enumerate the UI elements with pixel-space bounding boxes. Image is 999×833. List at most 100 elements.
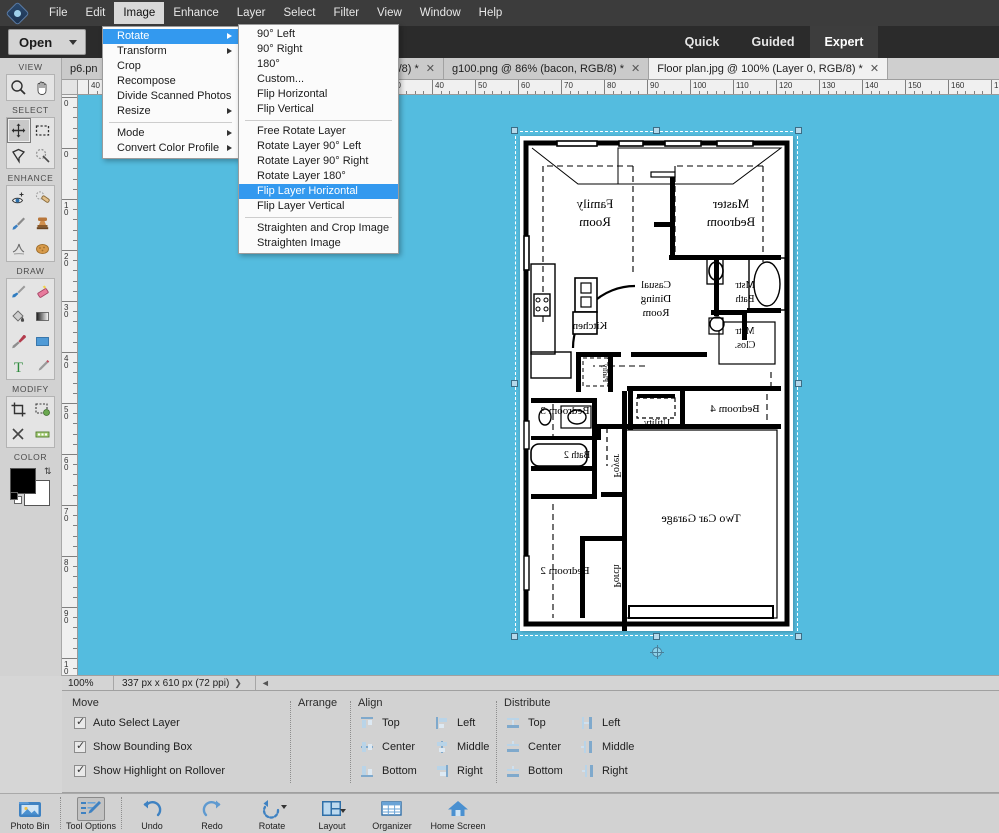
menu-image[interactable]: Image: [114, 2, 165, 24]
vertical-ruler[interactable]: 0 0 10 20 30 40 50 60 70 80 90 100: [62, 95, 78, 675]
taskbar-tool-options[interactable]: Tool Options: [61, 794, 121, 833]
menu-filter[interactable]: Filter: [324, 2, 368, 24]
selection-handle-middle-right[interactable]: [795, 379, 802, 387]
submenu-item-rotate-layer-180[interactable]: Rotate Layer 180°: [239, 169, 398, 184]
blur-tool[interactable]: [7, 236, 31, 261]
chevron-down-icon[interactable]: [340, 809, 346, 813]
hand-tool[interactable]: [31, 75, 55, 100]
document-canvas[interactable]: Master Bedroom Family Room Mstr Bath Cas…: [511, 127, 802, 659]
pencil-tool[interactable]: [31, 354, 55, 379]
submenu-item-straighten-and-crop-image[interactable]: Straighten and Crop Image: [239, 221, 398, 236]
close-icon[interactable]: ✕: [631, 62, 640, 75]
menu-select[interactable]: Select: [275, 2, 325, 24]
recompose-tool[interactable]: [7, 422, 31, 447]
spot-healing-brush-tool[interactable]: [31, 186, 55, 211]
submenu-item-rotate-layer-90-left[interactable]: Rotate Layer 90° Left: [239, 139, 398, 154]
close-icon[interactable]: ✕: [426, 62, 435, 75]
swap-colors-icon[interactable]: ⇅: [44, 466, 52, 477]
open-button[interactable]: Open: [8, 29, 86, 55]
taskbar-undo[interactable]: Undo: [122, 794, 182, 833]
selection-handle-top-right[interactable]: [795, 127, 802, 134]
submenu-item-straighten-image[interactable]: Straighten Image: [239, 236, 398, 251]
zoom-level-field[interactable]: 100%: [62, 676, 114, 690]
submenu-item-custom[interactable]: Custom...: [239, 72, 398, 87]
selection-handle-bottom-right[interactable]: [795, 633, 802, 640]
align-left-button[interactable]: Left: [435, 716, 475, 730]
red-eye-removal-tool[interactable]: [7, 186, 31, 211]
chevron-right-icon[interactable]: ❯: [229, 678, 247, 689]
option-show-highlight-on-rollover[interactable]: Show Highlight on Rollover: [74, 763, 225, 777]
submenu-item-flip-vertical[interactable]: Flip Vertical: [239, 102, 398, 117]
lasso-tool[interactable]: [7, 143, 31, 168]
menu-item-transform[interactable]: Transform: [103, 44, 238, 59]
submenu-item-90-right[interactable]: 90° Right: [239, 42, 398, 57]
taskbar-redo[interactable]: Redo: [182, 794, 242, 833]
selection-handle-middle-left[interactable]: [511, 379, 518, 387]
checkbox-icon[interactable]: [74, 763, 86, 777]
submenu-item-flip-horizontal[interactable]: Flip Horizontal: [239, 87, 398, 102]
canvas-area[interactable]: Master Bedroom Family Room Mstr Bath Cas…: [78, 95, 999, 675]
distribute-bottom-button[interactable]: Bottom: [506, 764, 563, 778]
document-tab-2[interactable]: g100.png @ 86% (bacon, RGB/8) * ✕: [444, 58, 650, 79]
menu-window[interactable]: Window: [411, 2, 470, 24]
selection-handle-top-center[interactable]: [652, 127, 660, 134]
distribute-left-button[interactable]: Left: [580, 716, 620, 730]
align-center-button[interactable]: Center: [360, 740, 415, 754]
submenu-item-free-rotate-layer[interactable]: Free Rotate Layer: [239, 124, 398, 139]
menu-item-mode[interactable]: Mode: [103, 126, 238, 141]
rotate-handle-icon[interactable]: [649, 645, 664, 659]
taskbar-layout[interactable]: Layout: [302, 794, 362, 833]
paint-bucket-tool[interactable]: [7, 304, 31, 329]
eraser-tool[interactable]: [31, 279, 55, 304]
image-menu-dropdown[interactable]: Rotate Transform Crop Recompose Divide S…: [102, 26, 239, 159]
submenu-item-180[interactable]: 180°: [239, 57, 398, 72]
menu-file[interactable]: File: [40, 2, 77, 24]
submenu-item-flip-layer-vertical[interactable]: Flip Layer Vertical: [239, 199, 398, 214]
checkbox-icon[interactable]: [74, 715, 86, 729]
align-bottom-button[interactable]: Bottom: [360, 764, 417, 778]
submenu-item-flip-layer-horizontal[interactable]: Flip Layer Horizontal: [239, 184, 398, 199]
foreground-color-swatch[interactable]: [10, 468, 36, 494]
distribute-center-button[interactable]: Center: [506, 740, 561, 754]
menu-edit[interactable]: Edit: [77, 2, 115, 24]
quick-selection-tool[interactable]: [31, 143, 55, 168]
align-top-button[interactable]: Top: [360, 716, 400, 730]
menu-item-rotate[interactable]: Rotate: [103, 29, 238, 44]
gradient-tool[interactable]: [31, 304, 55, 329]
mode-tab-guided[interactable]: Guided: [740, 26, 806, 58]
selection-handle-top-left[interactable]: [511, 127, 518, 134]
shape-tool[interactable]: [31, 329, 55, 354]
rotate-submenu-dropdown[interactable]: 90° Left 90° Right 180° Custom... Flip H…: [238, 24, 399, 254]
menu-item-convert-color-profile[interactable]: Convert Color Profile: [103, 141, 238, 156]
rectangular-marquee-tool[interactable]: [31, 118, 55, 143]
smart-brush-tool[interactable]: [7, 211, 31, 236]
distribute-middle-button[interactable]: Middle: [580, 740, 634, 754]
distribute-top-button[interactable]: Top: [506, 716, 546, 730]
taskbar-home-screen[interactable]: Home Screen: [422, 794, 494, 833]
color-picker-tool[interactable]: [7, 329, 31, 354]
menu-layer[interactable]: Layer: [228, 2, 275, 24]
taskbar-photo-bin[interactable]: Photo Bin: [0, 794, 60, 833]
taskbar-organizer[interactable]: Organizer: [362, 794, 422, 833]
reset-colors-icon[interactable]: [10, 492, 22, 504]
align-middle-button[interactable]: Middle: [435, 740, 489, 754]
document-tab-3[interactable]: Floor plan.jpg @ 100% (Layer 0, RGB/8) *…: [649, 58, 889, 79]
menu-item-crop[interactable]: Crop: [103, 59, 238, 74]
submenu-item-90-left[interactable]: 90° Left: [239, 27, 398, 42]
menu-item-divide-scanned-photos[interactable]: Divide Scanned Photos: [103, 89, 238, 104]
selection-handle-bottom-left[interactable]: [511, 633, 518, 640]
menu-item-resize[interactable]: Resize: [103, 104, 238, 119]
menu-view[interactable]: View: [368, 2, 411, 24]
cookie-cutter-tool[interactable]: [31, 397, 55, 422]
menu-item-recompose[interactable]: Recompose: [103, 74, 238, 89]
option-auto-select-layer[interactable]: Auto Select Layer: [74, 715, 180, 729]
move-tool[interactable]: [7, 118, 31, 143]
menu-enhance[interactable]: Enhance: [164, 2, 227, 24]
zoom-tool[interactable]: [7, 75, 31, 100]
clone-stamp-tool[interactable]: [31, 211, 55, 236]
crop-tool[interactable]: [7, 397, 31, 422]
taskbar-rotate[interactable]: Rotate: [242, 794, 302, 833]
chevron-down-icon[interactable]: [69, 40, 77, 45]
menu-help[interactable]: Help: [470, 2, 512, 24]
close-icon[interactable]: ✕: [870, 62, 879, 75]
